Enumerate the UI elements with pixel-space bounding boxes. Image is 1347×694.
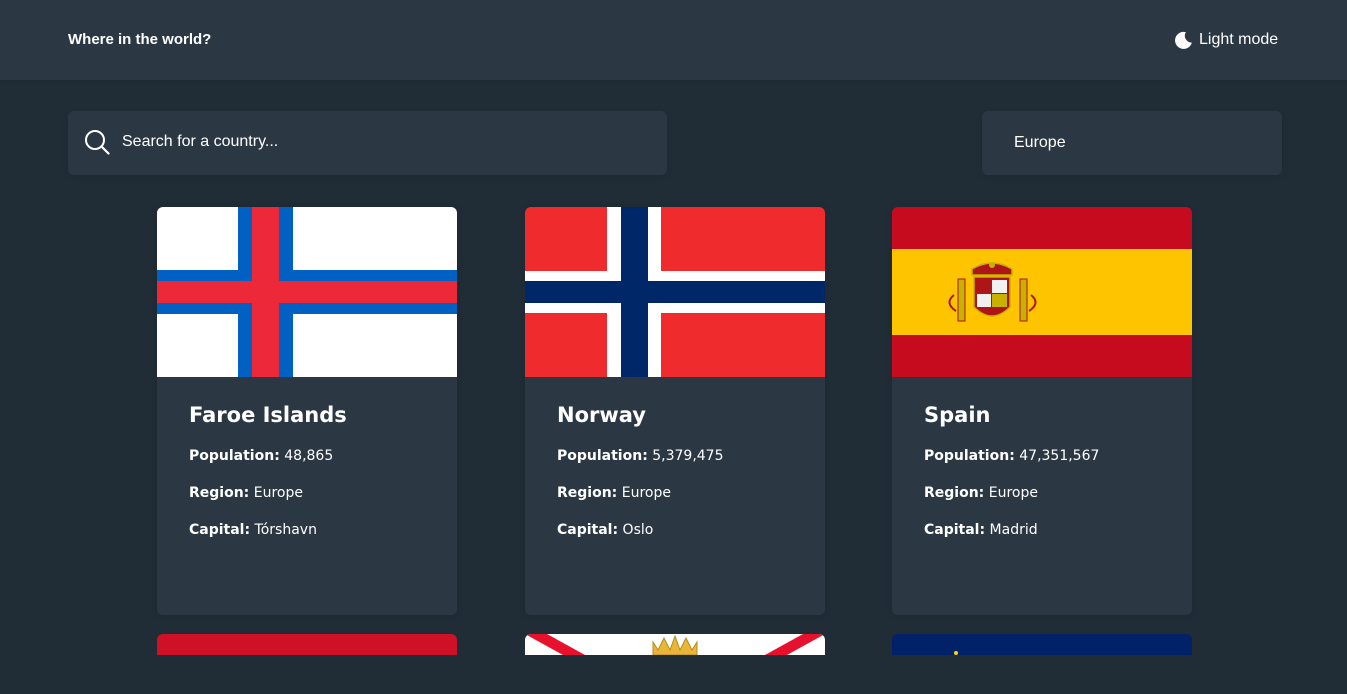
region-filter-value: Europe	[1014, 134, 1066, 151]
faroe-islands-flag	[157, 207, 457, 377]
region-label: Region:	[557, 485, 618, 501]
country-card-partial[interactable]	[525, 634, 825, 694]
moon-icon	[1174, 31, 1193, 50]
country-name: Faroe Islands	[189, 403, 347, 427]
region-value: Europe	[988, 485, 1038, 501]
region-label: Region:	[924, 485, 985, 501]
population-label: Population:	[924, 448, 1015, 464]
population-value: 48,865	[284, 448, 334, 464]
capital-value: Tórshavn	[254, 522, 317, 538]
capital-label: Capital:	[189, 522, 251, 538]
region-value: Europe	[621, 485, 671, 501]
country-card-spain[interactable]: Spain Population: 47,351,567 Region: Eur…	[892, 207, 1192, 615]
blue-flag	[892, 634, 1192, 655]
population-value: 5,379,475	[652, 448, 724, 464]
country-card-partial[interactable]	[157, 634, 457, 694]
search-icon	[84, 129, 110, 160]
region-row: Region: Europe	[189, 483, 437, 503]
capital-row: Capital: Oslo	[557, 520, 805, 540]
app-title: Where in the world?	[68, 31, 212, 48]
region-row: Region: Europe	[557, 483, 805, 503]
norway-flag	[525, 207, 825, 377]
region-filter-dropdown[interactable]: Europe	[982, 111, 1282, 175]
capital-row: Capital: Tórshavn	[189, 520, 437, 540]
search-input[interactable]	[122, 128, 642, 156]
region-value: Europe	[253, 485, 303, 501]
region-row: Region: Europe	[924, 483, 1172, 503]
region-label: Region:	[189, 485, 250, 501]
app-header: Where in the world? Light mode	[0, 0, 1347, 80]
population-label: Population:	[189, 448, 280, 464]
jersey-flag	[525, 634, 825, 655]
red-flag	[157, 634, 457, 655]
population-label: Population:	[557, 448, 648, 464]
spain-flag	[892, 207, 1192, 377]
theme-toggle-button[interactable]: Light mode	[1174, 29, 1278, 51]
country-card-partial[interactable]	[892, 634, 1192, 694]
population-row: Population: 48,865	[189, 446, 437, 466]
population-value: 47,351,567	[1019, 448, 1100, 464]
population-row: Population: 5,379,475	[557, 446, 805, 466]
capital-label: Capital:	[924, 522, 986, 538]
capital-row: Capital: Madrid	[924, 520, 1172, 540]
population-row: Population: 47,351,567	[924, 446, 1172, 466]
country-name: Norway	[557, 403, 646, 427]
country-card-faroe-islands[interactable]: Faroe Islands Population: 48,865 Region:…	[157, 207, 457, 615]
capital-label: Capital:	[557, 522, 619, 538]
country-card-norway[interactable]: Norway Population: 5,379,475 Region: Eur…	[525, 207, 825, 615]
capital-value: Madrid	[989, 522, 1038, 538]
country-name: Spain	[924, 403, 991, 427]
capital-value: Oslo	[622, 522, 654, 538]
theme-toggle-label: Light mode	[1199, 31, 1279, 48]
